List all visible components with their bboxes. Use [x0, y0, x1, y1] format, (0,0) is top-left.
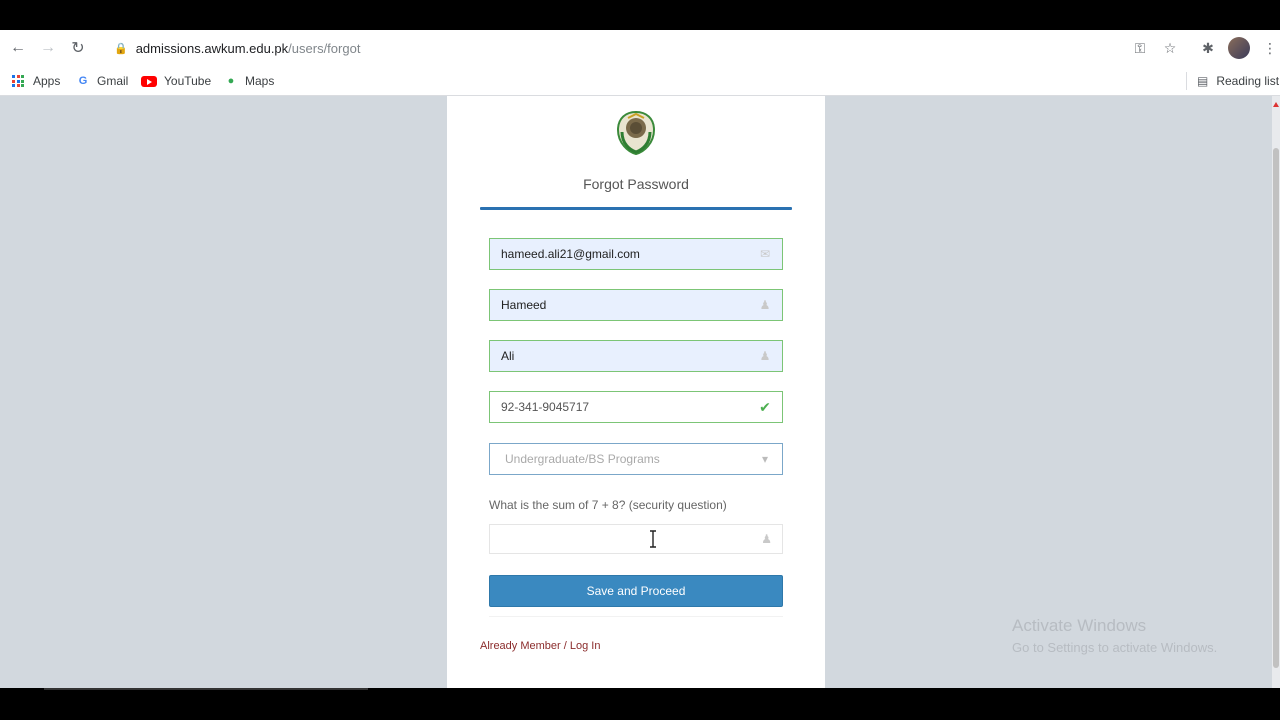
- url-path: /users/forgot: [288, 40, 361, 56]
- program-selected-value: Undergraduate/BS Programs: [505, 452, 660, 466]
- menu-kebab-icon[interactable]: ⋮: [1260, 38, 1280, 58]
- profile-avatar[interactable]: [1228, 37, 1250, 59]
- save-and-proceed-button[interactable]: Save and Proceed: [489, 575, 783, 607]
- email-field[interactable]: hameed.ali21@gmail.com ✉: [489, 238, 783, 270]
- checkmark-icon: ✔: [759, 398, 771, 415]
- chevron-down-icon: ▾: [761, 452, 769, 466]
- back-icon[interactable]: ←: [8, 38, 28, 58]
- address-bar[interactable]: 🔒 admissions.awkum.edu.pk/users/forgot: [104, 34, 1164, 62]
- bookmark-gmail[interactable]: G Gmail: [76, 72, 129, 90]
- forward-icon[interactable]: →: [38, 38, 58, 58]
- apps-grid-icon: [12, 75, 25, 87]
- program-select[interactable]: Undergraduate/BS Programs ▾: [489, 443, 783, 475]
- watermark-line2: Go to Settings to activate Windows.: [1012, 640, 1218, 655]
- bookmark-youtube[interactable]: YouTube: [141, 72, 211, 90]
- bookmark-label: Apps: [33, 74, 61, 88]
- watermark-line1: Activate Windows: [1012, 616, 1147, 635]
- star-icon[interactable]: ☆: [1160, 38, 1180, 58]
- first-name-field[interactable]: Hameed ♟: [489, 289, 783, 321]
- navigation-bar: ← → ↻ 🔒 admissions.awkum.edu.pk/users/fo…: [0, 30, 1280, 66]
- bookmark-label: Gmail: [97, 74, 129, 88]
- user-icon: ♟: [759, 298, 771, 312]
- reading-list-label: Reading list: [1216, 74, 1280, 88]
- first-name-value: Hameed: [501, 298, 547, 312]
- reading-list-icon: ▤: [1197, 74, 1209, 88]
- text-cursor-icon: [650, 530, 656, 548]
- reading-list-button[interactable]: ▤ Reading list: [1186, 72, 1279, 90]
- extensions-icon[interactable]: ✱: [1198, 38, 1218, 58]
- key-icon[interactable]: ⚿: [1130, 38, 1150, 58]
- youtube-icon: [141, 75, 157, 87]
- forgot-password-card: Forgot Password hameed.ali21@gmail.com ✉…: [447, 96, 825, 688]
- user-icon: ♟: [761, 532, 772, 546]
- bookmark-label: Maps: [245, 74, 275, 88]
- security-answer-input[interactable]: ♟: [489, 524, 783, 554]
- scroll-up-arrow-icon[interactable]: [1273, 102, 1279, 107]
- google-g-icon: G: [78, 75, 88, 87]
- page-title: Forgot Password: [583, 176, 689, 192]
- envelope-icon: ✉: [759, 247, 771, 261]
- divider: [489, 616, 783, 617]
- screen-top-border: [0, 0, 1280, 30]
- university-logo-icon: [616, 110, 656, 156]
- last-name-field[interactable]: Ali ♟: [489, 340, 783, 372]
- url-host: admissions.awkum.edu.pk: [135, 40, 289, 56]
- email-value: hameed.ali21@gmail.com: [501, 247, 640, 261]
- vertical-scrollbar[interactable]: [1272, 96, 1280, 688]
- bookmark-label: YouTube: [164, 74, 212, 88]
- bookmark-apps[interactable]: Apps: [12, 72, 60, 90]
- video-progress-line: [44, 688, 368, 690]
- page-viewport: Forgot Password hameed.ali21@gmail.com ✉…: [0, 96, 1280, 688]
- windows-activation-watermark: Activate Windows Go to Settings to activ…: [1012, 616, 1217, 655]
- user-icon: ♟: [759, 349, 771, 363]
- last-name-value: Ali: [501, 349, 515, 363]
- maps-pin-icon: ●: [227, 75, 235, 87]
- phone-value: 92-341-9045717: [501, 400, 590, 414]
- login-link[interactable]: Already Member / Log In: [480, 640, 600, 652]
- title-underline: [480, 207, 792, 210]
- phone-field[interactable]: 92-341-9045717 ✔: [489, 391, 783, 423]
- reload-icon[interactable]: ↻: [68, 38, 88, 58]
- scrollbar-thumb[interactable]: [1273, 148, 1279, 668]
- security-question-label: What is the sum of 7 + 8? (security ques…: [489, 498, 727, 512]
- browser-chrome: ← → ↻ 🔒 admissions.awkum.edu.pk/users/fo…: [0, 30, 1280, 96]
- lock-icon: 🔒: [114, 42, 128, 55]
- bookmarks-bar: Apps G Gmail YouTube ● Maps ▤ Reading li…: [0, 66, 1280, 96]
- bookmark-maps[interactable]: ● Maps: [224, 72, 275, 90]
- screen-bottom-border: [0, 688, 1280, 720]
